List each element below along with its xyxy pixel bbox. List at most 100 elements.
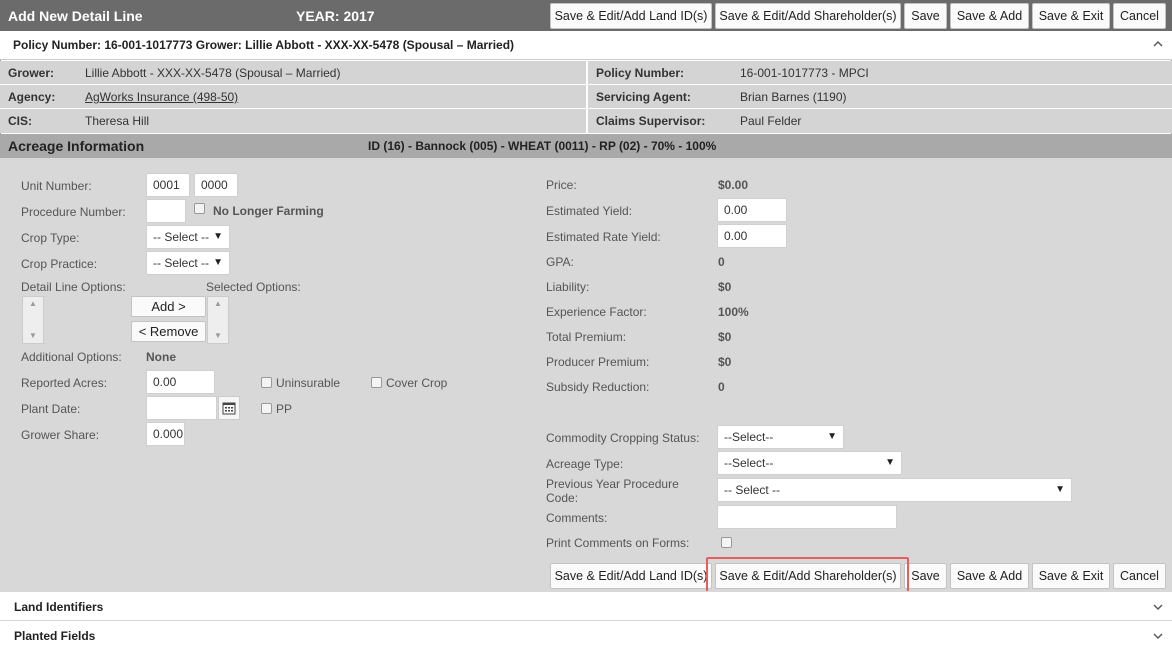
comments-label: Comments: bbox=[546, 511, 608, 525]
no-longer-farming-checkbox[interactable] bbox=[194, 203, 205, 214]
crop-type-selected: -- Select -- bbox=[153, 230, 210, 244]
calendar-icon[interactable] bbox=[218, 396, 240, 420]
estimated-yield-input[interactable]: 0.00 bbox=[717, 198, 787, 222]
commodity-cropping-status-label: Commodity Cropping Status: bbox=[546, 431, 700, 445]
plant-date-input[interactable] bbox=[146, 396, 217, 420]
dropdown-arrow-icon: ▼ bbox=[213, 257, 223, 268]
remove-option-button[interactable]: < Remove bbox=[131, 321, 206, 342]
detail-line-options-list[interactable]: ▲ ▼ bbox=[22, 296, 44, 344]
dropdown-arrow-icon: ▼ bbox=[827, 431, 837, 442]
additional-options-value: None bbox=[146, 350, 176, 364]
print-comments-label: Print Comments on Forms: bbox=[546, 536, 690, 550]
cover-crop-checkbox[interactable] bbox=[371, 377, 382, 388]
cis-value: Theresa Hill bbox=[85, 114, 150, 128]
bottom-save-add-button[interactable]: Save & Add bbox=[950, 563, 1029, 589]
acreage-type-label: Acreage Type: bbox=[546, 457, 624, 471]
scroll-down-icon[interactable]: ▼ bbox=[214, 331, 222, 340]
previous-year-procedure-select[interactable]: -- Select -- ▼ bbox=[717, 478, 1072, 502]
unit-number-input-1[interactable]: 0001 bbox=[146, 173, 190, 197]
estimated-rate-yield-input[interactable]: 0.00 bbox=[717, 224, 787, 248]
policy-number-value: 16-001-1017773 - MPCI bbox=[740, 66, 869, 80]
pp-checkbox[interactable] bbox=[261, 403, 272, 414]
bottom-cancel-button[interactable]: Cancel bbox=[1113, 563, 1166, 589]
reported-acres-input[interactable]: 0.00 bbox=[146, 370, 215, 394]
acreage-title: Acreage Information bbox=[8, 138, 145, 154]
scroll-up-icon[interactable]: ▲ bbox=[214, 299, 222, 308]
top-save-edit-land-button[interactable]: Save & Edit/Add Land ID(s) bbox=[550, 3, 712, 29]
dialog-title: Add New Detail Line bbox=[8, 8, 143, 24]
commodity-selected: --Select-- bbox=[724, 430, 774, 444]
gpa-value: 0 bbox=[718, 255, 725, 269]
land-identifiers-title: Land Identifiers bbox=[14, 600, 104, 614]
gpa-label: GPA: bbox=[546, 255, 574, 269]
policy-number-label: Policy Number: bbox=[596, 66, 685, 80]
estimated-rate-yield-label: Estimated Rate Yield: bbox=[546, 230, 661, 244]
policy-accordion-header[interactable]: Policy Number: 16-001-1017773 Grower: Li… bbox=[0, 31, 1172, 60]
previous-year-procedure-label-2: Code: bbox=[546, 491, 579, 505]
bottom-save-button[interactable]: Save bbox=[904, 563, 947, 589]
servicing-agent-value: Brian Barnes (1190) bbox=[740, 90, 847, 104]
print-comments-checkbox[interactable] bbox=[721, 537, 732, 548]
uninsurable-checkbox[interactable] bbox=[261, 377, 272, 388]
land-identifiers-accordion-header[interactable]: Land Identifiers bbox=[0, 591, 1172, 620]
crop-practice-selected: -- Select -- bbox=[153, 256, 210, 270]
acreage-type-select[interactable]: --Select-- ▼ bbox=[717, 451, 902, 475]
previous-year-procedure-label-1: Previous Year Procedure bbox=[546, 477, 679, 491]
chevron-up-icon[interactable] bbox=[1153, 40, 1163, 48]
no-longer-farming-label: No Longer Farming bbox=[213, 204, 324, 218]
top-save-edit-shareholder-button[interactable]: Save & Edit/Add Shareholder(s) bbox=[715, 3, 901, 29]
chevron-down-icon[interactable] bbox=[1153, 632, 1163, 640]
acreage-type-selected: --Select-- bbox=[724, 456, 774, 470]
liability-label: Liability: bbox=[546, 280, 590, 294]
crop-type-select[interactable]: -- Select -- ▼ bbox=[146, 225, 230, 249]
acreage-header: Acreage Information ID (16) - Bannock (0… bbox=[0, 134, 1172, 158]
subsidy-reduction-label: Subsidy Reduction: bbox=[546, 380, 650, 394]
procedure-number-input[interactable] bbox=[146, 199, 186, 223]
top-save-add-button[interactable]: Save & Add bbox=[950, 3, 1029, 29]
commodity-cropping-status-select[interactable]: --Select-- ▼ bbox=[717, 425, 844, 449]
servicing-agent-label: Servicing Agent: bbox=[596, 90, 691, 104]
unit-number-label: Unit Number: bbox=[21, 179, 92, 193]
top-save-button[interactable]: Save bbox=[904, 3, 947, 29]
dropdown-arrow-icon: ▼ bbox=[213, 231, 223, 242]
chevron-down-icon[interactable] bbox=[1153, 603, 1163, 611]
grower-value: Lillie Abbott - XXX-XX-5478 (Spousal – M… bbox=[85, 66, 341, 80]
grower-share-label: Grower Share: bbox=[21, 428, 100, 442]
crop-practice-select[interactable]: -- Select -- ▼ bbox=[146, 251, 230, 275]
reported-acres-label: Reported Acres: bbox=[21, 376, 108, 390]
cis-label: CIS: bbox=[8, 114, 32, 128]
uninsurable-label: Uninsurable bbox=[276, 376, 341, 390]
bottom-save-exit-button[interactable]: Save & Exit bbox=[1032, 563, 1110, 589]
pp-label: PP bbox=[276, 402, 293, 416]
detail-line-options-label: Detail Line Options: bbox=[21, 280, 126, 294]
scroll-up-icon[interactable]: ▲ bbox=[29, 299, 37, 308]
bottom-save-edit-land-button[interactable]: Save & Edit/Add Land ID(s) bbox=[550, 563, 712, 589]
procedure-number-label: Procedure Number: bbox=[21, 205, 126, 219]
selected-options-label: Selected Options: bbox=[206, 280, 301, 294]
top-cancel-button[interactable]: Cancel bbox=[1113, 3, 1166, 29]
planted-fields-title: Planted Fields bbox=[14, 629, 96, 643]
dropdown-arrow-icon: ▼ bbox=[885, 457, 895, 468]
selected-options-list[interactable]: ▲ ▼ bbox=[207, 296, 229, 344]
claims-supervisor-value: Paul Felder bbox=[740, 114, 802, 128]
subsidy-reduction-value: 0 bbox=[718, 380, 725, 394]
planted-fields-accordion-header[interactable]: Planted Fields bbox=[0, 620, 1172, 651]
comments-input[interactable] bbox=[717, 505, 897, 529]
policy-info-grid: Grower: Lillie Abbott - XXX-XX-5478 (Spo… bbox=[0, 61, 1172, 133]
add-option-button[interactable]: Add > bbox=[131, 296, 206, 317]
unit-number-input-2[interactable]: 0000 bbox=[194, 173, 238, 197]
producer-premium-value: $0 bbox=[718, 355, 732, 369]
dropdown-arrow-icon: ▼ bbox=[1055, 484, 1065, 495]
producer-premium-label: Producer Premium: bbox=[546, 355, 650, 369]
agency-label: Agency: bbox=[8, 90, 56, 104]
additional-options-label: Additional Options: bbox=[21, 350, 122, 364]
experience-factor-label: Experience Factor: bbox=[546, 305, 647, 319]
policy-bar-text: Policy Number: 16-001-1017773 Grower: Li… bbox=[13, 38, 515, 52]
highlight-box bbox=[706, 557, 909, 595]
agency-link[interactable]: AgWorks Insurance (498-50) bbox=[85, 90, 238, 104]
grower-share-input[interactable]: 0.000 bbox=[146, 422, 185, 446]
crop-practice-label: Crop Practice: bbox=[21, 257, 98, 271]
top-save-exit-button[interactable]: Save & Exit bbox=[1032, 3, 1110, 29]
scroll-down-icon[interactable]: ▼ bbox=[29, 331, 37, 340]
title-bar: Add New Detail Line YEAR: 2017 Save & Ed… bbox=[0, 0, 1172, 31]
